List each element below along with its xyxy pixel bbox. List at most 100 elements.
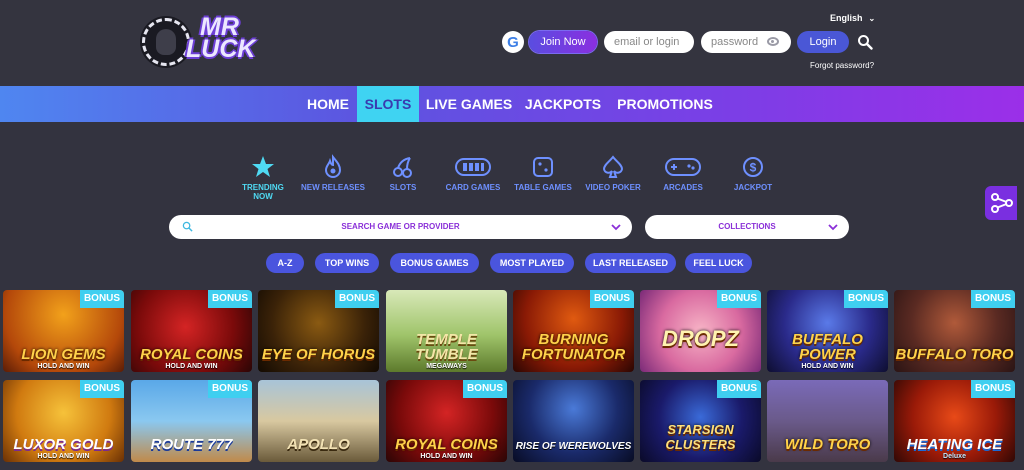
category-video-poker[interactable]: VIDEO POKER <box>573 154 653 192</box>
eye-icon[interactable] <box>767 37 779 46</box>
game-subtitle: HOLD AND WIN <box>37 453 90 460</box>
category-label: CARD GAMES <box>445 183 501 192</box>
language-label: English <box>830 13 863 23</box>
chevron-down-icon <box>828 224 838 231</box>
category-label: SLOTS <box>389 183 417 192</box>
game-title: LION GEMS <box>21 346 106 363</box>
game-title: STARSIGN CLUSTERS <box>665 422 736 452</box>
game-title: TEMPLE TUMBLE <box>415 331 478 363</box>
filter-bonus-games[interactable]: BONUS GAMES <box>390 253 479 273</box>
game-tile[interactable]: STARSIGN CLUSTERS BONUS <box>640 380 761 462</box>
category-label: NEW RELEASES <box>300 183 365 192</box>
category-label: ARCADES <box>663 183 703 192</box>
bonus-badge: BONUS <box>971 380 1015 398</box>
filter-feel-luck[interactable]: FEEL LUCK <box>685 253 752 273</box>
search-placeholder: SEARCH GAME OR PROVIDER <box>341 222 460 231</box>
logo-line2: LUCK <box>186 35 256 63</box>
game-subtitle: MEGAWAYS <box>426 363 467 370</box>
game-title: ROUTE 777 <box>150 436 233 453</box>
game-title: ROYAL COINS <box>140 346 243 363</box>
game-tile[interactable]: BUFFALO POWER HOLD AND WIN BONUS <box>767 290 888 372</box>
cherries-icon <box>393 157 412 178</box>
game-title: LUXOR GOLD <box>13 436 114 453</box>
star-icon <box>252 156 274 177</box>
filter-most-played[interactable]: MOST PLAYED <box>490 253 574 273</box>
category-new-releases[interactable]: NEW RELEASES <box>293 154 373 192</box>
game-title: ROYAL COINS <box>395 436 498 453</box>
game-tile[interactable]: BURNING FORTUNATOR BONUS <box>513 290 634 372</box>
nav-promotions[interactable]: PROMOTIONS <box>612 86 718 122</box>
game-tile[interactable]: LUXOR GOLD HOLD AND WIN BONUS <box>3 380 124 462</box>
category-jackpot[interactable]: $ JACKPOT <box>713 154 793 192</box>
forgot-password-link[interactable]: Forgot password? <box>810 61 874 70</box>
login-button[interactable]: Login <box>797 31 849 53</box>
svg-text:$: $ <box>750 161 757 175</box>
logo-coin-icon <box>142 18 190 66</box>
filter-a-z[interactable]: A-Z <box>266 253 304 273</box>
main-nav: HOME SLOTS LIVE GAMES JACKPOTS PROMOTION… <box>0 86 1024 122</box>
game-tile[interactable]: HEATING ICE Deluxe BONUS <box>894 380 1015 462</box>
category-label: JACKPOT <box>733 183 773 192</box>
game-title: APOLLO <box>287 436 350 453</box>
game-subtitle: HOLD AND WIN <box>165 363 218 370</box>
game-title: HEATING ICE <box>906 436 1003 453</box>
game-tile[interactable]: EYE OF HORUS BONUS <box>258 290 379 372</box>
game-subtitle: HOLD AND WIN <box>420 453 473 460</box>
share-widget-button[interactable] <box>985 186 1017 220</box>
collections-dropdown[interactable]: COLLECTIONS <box>645 215 849 239</box>
email-field[interactable] <box>604 31 694 53</box>
chevron-down-icon[interactable] <box>610 221 622 233</box>
game-tile[interactable]: ROYAL COINS HOLD AND WIN BONUS <box>131 290 252 372</box>
nav-jackpots[interactable]: JACKPOTS <box>522 86 604 122</box>
game-tile[interactable]: ROYAL COINS HOLD AND WIN BONUS <box>386 380 507 462</box>
google-login-button[interactable]: G <box>502 31 524 53</box>
cards-icon <box>455 158 491 176</box>
spade-icon <box>602 155 624 178</box>
game-tile[interactable]: LION GEMS HOLD AND WIN BONUS <box>3 290 124 372</box>
nav-live-games[interactable]: LIVE GAMES <box>421 86 517 122</box>
bonus-badge: BONUS <box>717 290 761 308</box>
nav-slots[interactable]: SLOTS <box>357 86 419 122</box>
site-logo[interactable]: MR LUCK <box>142 15 274 68</box>
category-arcades[interactable]: ARCADES <box>643 154 723 192</box>
game-tile[interactable]: DROPZ BONUS <box>640 290 761 372</box>
game-search-input[interactable]: SEARCH GAME OR PROVIDER <box>169 215 632 239</box>
category-card-games[interactable]: CARD GAMES <box>433 154 513 192</box>
bonus-badge: BONUS <box>80 380 124 398</box>
game-title: RISE OF WEREWOLVES <box>515 441 632 452</box>
nav-home[interactable]: HOME <box>299 86 357 122</box>
game-tile[interactable]: APOLLO <box>258 380 379 462</box>
google-icon: G <box>507 33 519 51</box>
game-title: EYE OF HORUS <box>261 346 376 363</box>
category-table-games[interactable]: TABLE GAMES <box>503 154 583 192</box>
join-now-button[interactable]: Join Now <box>529 31 597 53</box>
game-title: BURNING FORTUNATOR <box>521 331 626 363</box>
game-title: WILD TORO <box>784 436 871 453</box>
category-slots[interactable]: SLOTS <box>363 154 443 192</box>
game-title: BUFFALO POWER <box>792 331 863 363</box>
search-icon[interactable] <box>857 34 873 50</box>
game-tile[interactable]: WILD TORO <box>767 380 888 462</box>
collections-label: COLLECTIONS <box>718 222 776 231</box>
dice-icon <box>533 157 553 177</box>
game-tile[interactable]: BUFFALO TORO BONUS <box>894 290 1015 372</box>
filter-last-released[interactable]: LAST RELEASED <box>585 253 676 273</box>
bonus-badge: BONUS <box>590 290 634 308</box>
filter-top-wins[interactable]: TOP WINS <box>315 253 379 273</box>
category-label: TABLE GAMES <box>514 183 572 192</box>
gamepad-icon <box>665 158 701 176</box>
game-title: DROPZ <box>662 326 739 351</box>
category-trending-now[interactable]: TRENDING NOW <box>223 154 303 201</box>
flame-icon <box>324 154 342 178</box>
game-subtitle: HOLD AND WIN <box>801 363 854 370</box>
language-selector[interactable]: English ⌄ <box>830 13 875 23</box>
category-label: VIDEO POKER <box>585 183 641 192</box>
bonus-badge: BONUS <box>844 290 888 308</box>
game-tile[interactable]: RISE OF WEREWOLVES <box>513 380 634 462</box>
game-tile[interactable]: TEMPLE TUMBLE MEGAWAYS <box>386 290 507 372</box>
bonus-badge: BONUS <box>80 290 124 308</box>
category-label: TRENDING NOW <box>242 183 284 201</box>
bonus-badge: BONUS <box>717 380 761 398</box>
dollar-coin-icon: $ <box>743 157 763 177</box>
game-tile[interactable]: ROUTE 777 BONUS <box>131 380 252 462</box>
